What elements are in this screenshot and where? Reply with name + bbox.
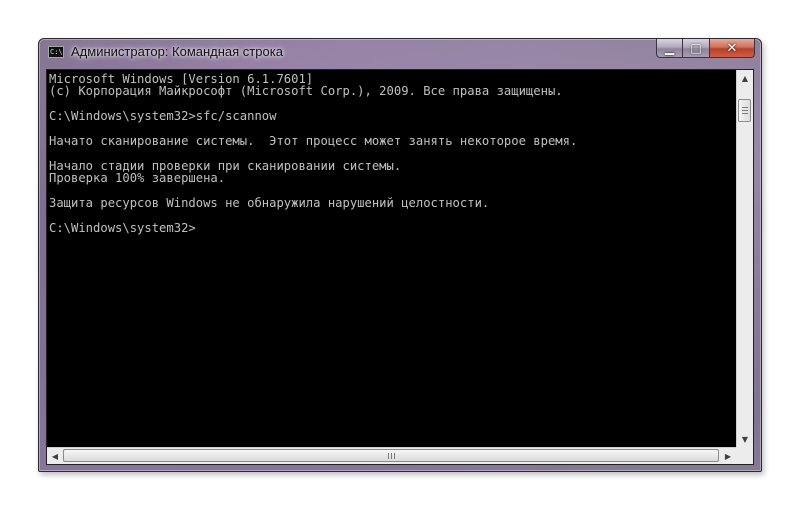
- grip-line: [393, 452, 395, 459]
- cmd-icon[interactable]: C:\: [48, 46, 64, 58]
- console-line: Проверка 100% завершена.: [49, 171, 226, 186]
- grip-line: [741, 113, 748, 114]
- scroll-right-arrow-icon[interactable]: ▶: [720, 448, 736, 464]
- console-line: C:\Windows\system32>sfc/scannow: [49, 109, 277, 124]
- minimize-button[interactable]: ▁: [656, 39, 683, 58]
- command-prompt-window[interactable]: C:\ Администратор: Командная строка ▁ □ …: [38, 38, 762, 472]
- grip-line: [390, 452, 392, 459]
- console-line: (c) Корпорация Майкрософт (Microsoft Cor…: [49, 84, 563, 99]
- console-text[interactable]: Microsoft Windows [Version 6.1.7601] (c)…: [47, 70, 736, 234]
- console-frame: Microsoft Windows [Version 6.1.7601] (c)…: [46, 69, 754, 465]
- console-line: Защита ресурсов Windows не обнаружила на…: [49, 196, 490, 211]
- grip-line: [741, 110, 748, 111]
- console-output[interactable]: Microsoft Windows [Version 6.1.7601] (c)…: [47, 70, 736, 447]
- caption-buttons: ▁ □ ✕: [656, 39, 755, 59]
- close-button[interactable]: ✕: [710, 39, 755, 58]
- window-title: Администратор: Командная строка: [71, 44, 283, 59]
- grip-line: [741, 107, 748, 108]
- vertical-scrollbar[interactable]: ▲ ▼: [736, 70, 753, 447]
- grip-line: [387, 452, 389, 459]
- vertical-scroll-thumb[interactable]: [738, 99, 751, 122]
- scroll-left-arrow-icon[interactable]: ◀: [47, 448, 63, 464]
- size-grip: [736, 447, 753, 464]
- console-line: Начато сканирование системы. Этот процес…: [49, 134, 578, 149]
- scroll-up-arrow-icon[interactable]: ▲: [737, 70, 753, 86]
- scroll-down-arrow-icon[interactable]: ▼: [737, 431, 753, 447]
- console-line: C:\Windows\system32>: [49, 220, 196, 235]
- horizontal-scroll-thumb[interactable]: [63, 449, 719, 462]
- title-bar[interactable]: C:\ Администратор: Командная строка ▁ □ …: [39, 39, 761, 65]
- maximize-button[interactable]: □: [683, 39, 710, 58]
- horizontal-scrollbar[interactable]: ◀ ▶: [47, 447, 736, 464]
